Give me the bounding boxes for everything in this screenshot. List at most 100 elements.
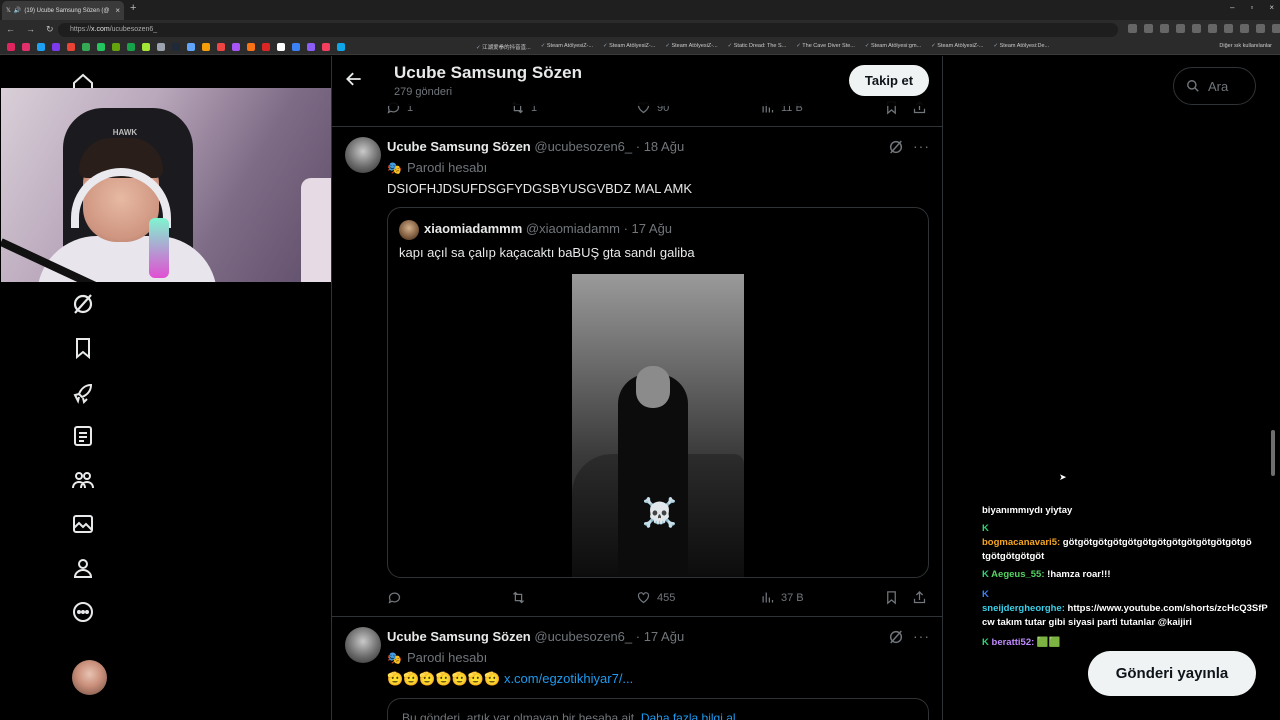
bookmark-favicon-icon[interactable] (187, 43, 195, 51)
bookmark-favicon-icon[interactable] (292, 43, 300, 51)
bookmark-post-icon[interactable] (884, 590, 899, 608)
bookmark-item[interactable]: Steam Atölyesi:gm... (865, 43, 921, 51)
like-button[interactable]: 455 (636, 590, 675, 605)
bookmark-favicon-icon[interactable] (127, 43, 135, 51)
close-window-icon[interactable]: × (1269, 3, 1274, 12)
grok-explain-icon[interactable] (888, 629, 904, 645)
extension-icon[interactable] (1208, 24, 1217, 33)
bookmark-favicon-icon[interactable] (7, 43, 15, 51)
author-name[interactable]: Ucube Samsung Sözen (387, 629, 531, 644)
extension-icon[interactable] (1224, 24, 1233, 33)
share-icon[interactable] (912, 590, 927, 608)
author-name[interactable]: Ucube Samsung Sözen (387, 139, 531, 154)
more-options-icon[interactable]: ··· (913, 139, 929, 155)
bookmark-favicon-icon[interactable] (172, 43, 180, 51)
chat-message: tgötgötgötgöt (982, 551, 1045, 562)
bookmark-favicon-icon[interactable] (322, 43, 330, 51)
rocket-icon[interactable] (71, 381, 95, 405)
bookmark-favicon-icon[interactable] (97, 43, 105, 51)
close-tab-icon[interactable]: × (115, 6, 120, 15)
bookmark-item[interactable]: 江湖爱拳的抖音直... (476, 43, 531, 51)
back-arrow-icon[interactable]: ← (6, 24, 15, 35)
grok-explain-icon[interactable] (888, 139, 904, 155)
search-input[interactable]: Ara (1173, 67, 1256, 105)
like-count: 455 (657, 591, 676, 604)
quoted-video[interactable]: ☠️ (572, 274, 744, 577)
extension-icon[interactable] (1144, 24, 1153, 33)
extension-icon[interactable] (1240, 24, 1249, 33)
quoted-post[interactable]: xiaomiadammm @xiaomiadamm · 17 Ağu kapı … (387, 207, 929, 578)
maximize-icon[interactable]: ▫ (1250, 3, 1253, 12)
bookmark-favicon-icon[interactable] (337, 43, 345, 51)
bookmark-icon[interactable] (71, 336, 95, 360)
author-handle[interactable]: @ucubesozen6_ · 18 Ağu (534, 139, 684, 154)
back-arrow-icon[interactable] (344, 69, 364, 89)
author-avatar[interactable] (345, 137, 381, 173)
bookmark-favicon-icon[interactable] (262, 43, 270, 51)
post-item[interactable]: Ucube Samsung Sözen @ucubesozen6_ · 17 A… (332, 616, 942, 720)
bookmark-item[interactable]: The Cave Diver Ste... (796, 43, 855, 51)
author-handle[interactable]: @ucubesozen6_ · 17 Ağu (534, 629, 684, 644)
page-scrollbar[interactable] (1271, 430, 1275, 476)
url-input[interactable]: https://x.com/ucubesozen6_ (58, 23, 1118, 37)
post-link[interactable]: x.com/egzotikhiyar7/... (504, 671, 633, 686)
bookmark-item[interactable]: Steam AtölyesiZ-... (931, 43, 983, 51)
bookmark-favicon-icon[interactable] (232, 43, 240, 51)
more-options-icon[interactable] (71, 600, 95, 624)
more-options-icon[interactable]: ··· (913, 629, 929, 645)
bookmark-favicon-icon[interactable] (277, 43, 285, 51)
learn-more-link[interactable]: Daha fazla bilgi al (641, 711, 736, 720)
extension-icon[interactable] (1272, 24, 1280, 33)
bookmark-favicon-icon[interactable] (67, 43, 75, 51)
reply-button[interactable] (387, 590, 408, 605)
views-button[interactable]: 37 B (760, 590, 804, 605)
bookmark-item[interactable]: Static Dread: The S... (728, 43, 786, 51)
bookmark-favicon-icon[interactable] (217, 43, 225, 51)
new-tab-icon[interactable]: + (130, 2, 136, 14)
profile-icon[interactable] (71, 556, 95, 580)
profile-header: Ucube Samsung Sözen 279 gönderi Takip et (332, 56, 942, 106)
extension-icon[interactable] (1256, 24, 1265, 33)
author-avatar[interactable] (345, 627, 381, 663)
account-avatar[interactable] (72, 660, 107, 695)
browser-tab[interactable]: 𝕏 🔊 (19) Ucube Samsung Sözen (@ × (2, 1, 124, 20)
repost-button[interactable] (511, 590, 532, 605)
bookmark-favicon-icon[interactable] (37, 43, 45, 51)
follow-button[interactable]: Takip et (849, 65, 929, 96)
communities-icon[interactable] (71, 468, 95, 492)
bookmark-favicon-icon[interactable] (202, 43, 210, 51)
forward-arrow-icon[interactable]: → (26, 24, 35, 35)
bookmark-favicon-icon[interactable] (112, 43, 120, 51)
bookmark-favicon-icon[interactable] (82, 43, 90, 51)
bookmark-favicon-icon[interactable] (22, 43, 30, 51)
minimize-icon[interactable]: – (1230, 3, 1234, 12)
extension-icon[interactable] (1192, 24, 1201, 33)
media-icon[interactable] (71, 512, 95, 536)
extension-icon[interactable] (1128, 24, 1137, 33)
bookmark-item[interactable]: Steam Atölyesi:De... (993, 43, 1050, 51)
post-item[interactable]: Ucube Samsung Sözen @ucubesozen6_ · 18 A… (332, 126, 942, 616)
reload-icon[interactable]: ↻ (46, 24, 54, 35)
lists-icon[interactable] (71, 424, 95, 448)
extension-icon[interactable] (1160, 24, 1169, 33)
extension-icon[interactable] (1176, 24, 1185, 33)
bookmark-favicon-icon[interactable] (142, 43, 150, 51)
profile-title: Ucube Samsung Sözen (394, 63, 582, 82)
unavailable-text: Bu gönderi, artık var olmayan bir hesaba… (402, 711, 638, 720)
bookmark-item[interactable]: Steam AtölyesiZ-... (603, 43, 655, 51)
bookmark-favicon-icon[interactable] (247, 43, 255, 51)
reply-icon (388, 592, 401, 604)
chat-line: cw takım tutar gibi siyasi parti tutanla… (982, 616, 1192, 630)
grok-icon[interactable] (71, 292, 95, 316)
bookmark-favicon-icon[interactable] (157, 43, 165, 51)
bookmark-favicon-icon[interactable] (307, 43, 315, 51)
chat-line: biyanımmıydı yiytay (982, 504, 1072, 518)
bookmark-favicon-icon[interactable] (52, 43, 60, 51)
url-host: x.com (91, 26, 110, 33)
quoted-post-text: kapı açıl sa çalıp kaçacaktı baBUŞ gta s… (399, 245, 695, 260)
bookmark-item[interactable]: Steam AtölyesiZ-... (665, 43, 717, 51)
post-compose-button[interactable]: Gönderi yayınla (1088, 651, 1256, 696)
other-bookmarks[interactable]: Diğer sık kullanılanlar (1219, 43, 1272, 49)
parody-text: Parodi hesabı (406, 650, 488, 665)
bookmark-item[interactable]: Steam AtölyesiZ-... (541, 43, 593, 51)
